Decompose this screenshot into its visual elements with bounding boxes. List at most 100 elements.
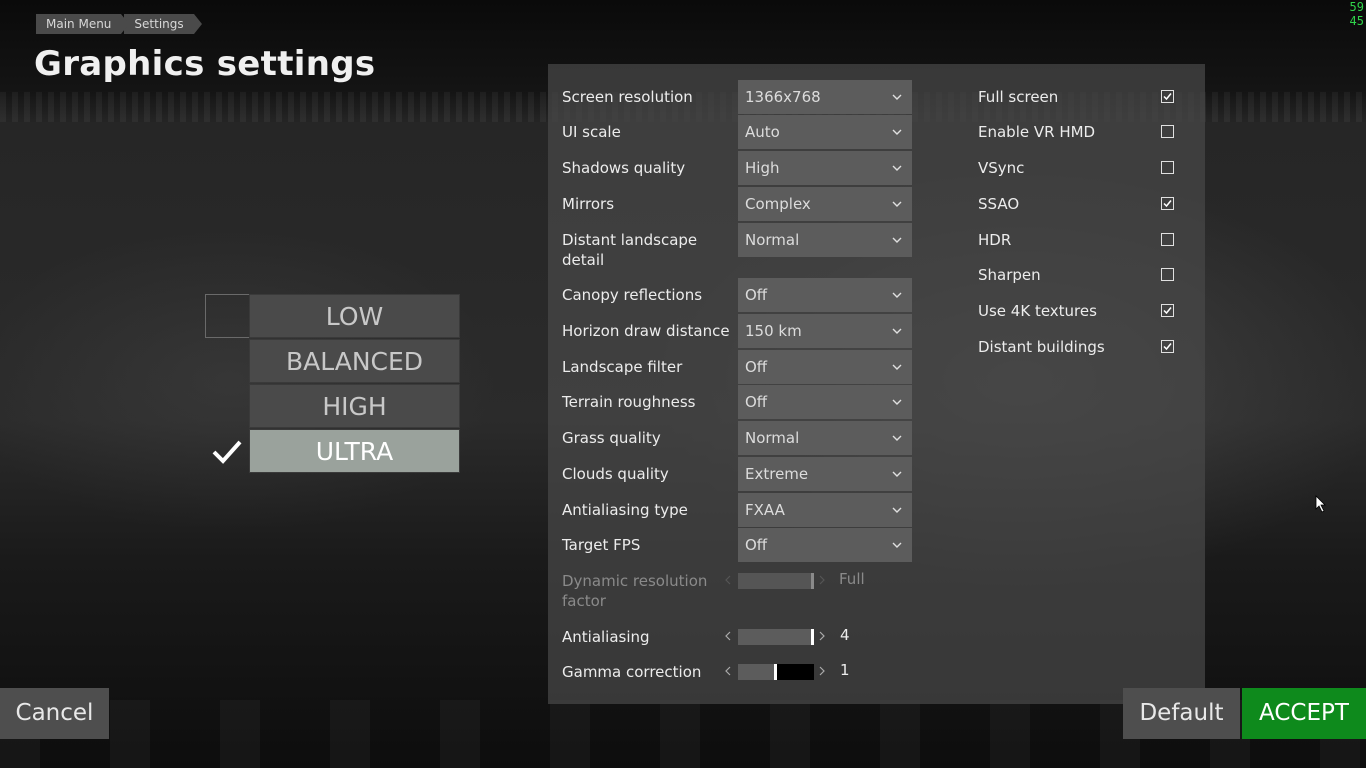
slider-fill xyxy=(738,664,775,680)
label-enable-vr-hmd: Enable VR HMD xyxy=(978,123,1096,141)
slider-handle[interactable] xyxy=(811,629,814,645)
checkbox-hdr[interactable] xyxy=(1161,233,1174,246)
label-use-4k-textures: Use 4K textures xyxy=(978,302,1097,320)
slider-track[interactable] xyxy=(738,629,814,645)
checkmark-icon xyxy=(1163,343,1172,351)
checkmark-icon xyxy=(1163,200,1172,208)
checkbox-full-screen[interactable] xyxy=(1161,90,1174,103)
chevron-down-icon xyxy=(892,542,902,548)
slider-fill xyxy=(738,629,812,645)
breadcrumb: Main Menu Settings xyxy=(36,14,202,34)
chevron-right-icon xyxy=(819,575,825,585)
fps-counter: 5945 xyxy=(1349,0,1364,28)
dropdown-shadows-quality[interactable]: High xyxy=(738,151,912,185)
default-button[interactable]: Default xyxy=(1123,688,1240,739)
breadcrumb-settings[interactable]: Settings xyxy=(124,14,202,34)
dropdown-value: Normal xyxy=(745,231,800,249)
label-terrain-roughness: Terrain roughness xyxy=(562,393,696,411)
dropdown-value: Off xyxy=(745,286,768,304)
dropdown-target-fps[interactable]: Off xyxy=(738,528,912,562)
dropdown-value: FXAA xyxy=(745,501,785,519)
dropdown-antialiasing-type[interactable]: FXAA xyxy=(738,493,912,527)
chevron-down-icon xyxy=(892,364,902,370)
label-clouds-quality: Clouds quality xyxy=(562,465,669,483)
chevron-down-icon xyxy=(892,399,902,405)
label-mirrors: Mirrors xyxy=(562,195,615,213)
dropdown-mirrors[interactable]: Complex xyxy=(738,187,912,221)
slider-handle[interactable] xyxy=(774,664,777,680)
checkmark-icon xyxy=(1163,307,1172,315)
preset-ultra-button[interactable]: ULTRA xyxy=(249,429,460,473)
dropdown-horizon-draw-distance[interactable]: 150 km xyxy=(738,314,912,348)
checkmark-icon xyxy=(212,440,242,464)
slider-value: 4 xyxy=(840,626,850,644)
dropdown-value: 1366x768 xyxy=(745,88,821,106)
checkbox-vsync[interactable] xyxy=(1161,161,1174,174)
preset-check-slot xyxy=(205,339,249,383)
chevron-down-icon xyxy=(892,129,902,135)
dropdown-ui-scale[interactable]: Auto xyxy=(738,115,912,149)
label-gamma-correction: Gamma correction xyxy=(562,663,702,681)
dropdown-clouds-quality[interactable]: Extreme xyxy=(738,457,912,491)
chevron-down-icon xyxy=(892,292,902,298)
checkbox-ssao[interactable] xyxy=(1161,197,1174,210)
dropdown-grass-quality[interactable]: Normal xyxy=(738,421,912,455)
label-vsync: VSync xyxy=(978,159,1025,177)
dropdown-value: Normal xyxy=(745,429,800,447)
chevron-right-icon[interactable] xyxy=(818,629,826,643)
dropdown-value: High xyxy=(745,159,780,177)
label-distant-buildings: Distant buildings xyxy=(978,338,1105,356)
label-sharpen: Sharpen xyxy=(978,266,1041,284)
label-ssao: SSAO xyxy=(978,195,1020,213)
label-screen-resolution: Screen resolution xyxy=(562,88,693,106)
breadcrumb-main-menu[interactable]: Main Menu xyxy=(36,14,130,34)
dropdown-value: Complex xyxy=(745,195,811,213)
dropdown-value: Off xyxy=(745,358,768,376)
chevron-down-icon xyxy=(892,237,902,243)
label-distant-landscape-detail: Distant landscape detail xyxy=(562,231,698,269)
slider-track xyxy=(738,573,814,589)
dropdown-canopy-reflections[interactable]: Off xyxy=(738,278,912,312)
label-target-fps: Target FPS xyxy=(562,536,641,554)
mouse-cursor-icon xyxy=(1315,495,1326,513)
chevron-left-icon[interactable] xyxy=(724,664,732,678)
checkbox-sharpen[interactable] xyxy=(1161,268,1174,281)
label-hdr: HDR xyxy=(978,231,1012,249)
cancel-button[interactable]: Cancel xyxy=(0,688,109,739)
chevron-down-icon xyxy=(892,165,902,171)
preset-check-slot xyxy=(205,429,249,473)
chevron-down-icon xyxy=(892,328,902,334)
label-shadows-quality: Shadows quality xyxy=(562,159,686,177)
label-horizon-draw-distance: Horizon draw distance xyxy=(562,322,730,340)
label-ui-scale: UI scale xyxy=(562,123,621,141)
slider-track[interactable] xyxy=(738,664,814,680)
checkbox-distant-buildings[interactable] xyxy=(1161,340,1174,353)
dropdown-distant-landscape-detail[interactable]: Normal xyxy=(738,223,912,257)
dropdown-screen-resolution[interactable]: 1366x768 xyxy=(738,80,912,114)
slider-fill xyxy=(738,573,812,589)
slider-value: 1 xyxy=(840,661,850,679)
dropdown-value: Off xyxy=(745,393,768,411)
accept-button[interactable]: ACCEPT xyxy=(1242,688,1366,739)
checkmark-icon xyxy=(1163,93,1172,101)
page-title: Graphics settings xyxy=(34,44,376,84)
checkbox-enable-vr-hmd[interactable] xyxy=(1161,125,1174,138)
label-canopy-reflections: Canopy reflections xyxy=(562,286,703,304)
chevron-left-icon xyxy=(725,575,731,585)
chevron-down-icon xyxy=(892,471,902,477)
checkbox-use-4k-textures[interactable] xyxy=(1161,304,1174,317)
preset-high-button[interactable]: HIGH xyxy=(249,384,460,428)
chevron-down-icon xyxy=(892,435,902,441)
label-antialiasing: Antialiasing xyxy=(562,628,650,646)
preset-low-button[interactable]: LOW xyxy=(249,294,460,338)
chevron-right-icon[interactable] xyxy=(818,664,826,678)
chevron-down-icon xyxy=(892,201,902,207)
dropdown-landscape-filter[interactable]: Off xyxy=(738,350,912,384)
dropdown-value: Extreme xyxy=(745,465,809,483)
dropdown-value: Auto xyxy=(745,123,780,141)
dropdown-terrain-roughness[interactable]: Off xyxy=(738,385,912,419)
label-full-screen: Full screen xyxy=(978,88,1059,106)
preset-balanced-button[interactable]: BALANCED xyxy=(249,339,460,383)
chevron-left-icon[interactable] xyxy=(724,629,732,643)
label-antialiasing-type: Antialiasing type xyxy=(562,501,688,519)
